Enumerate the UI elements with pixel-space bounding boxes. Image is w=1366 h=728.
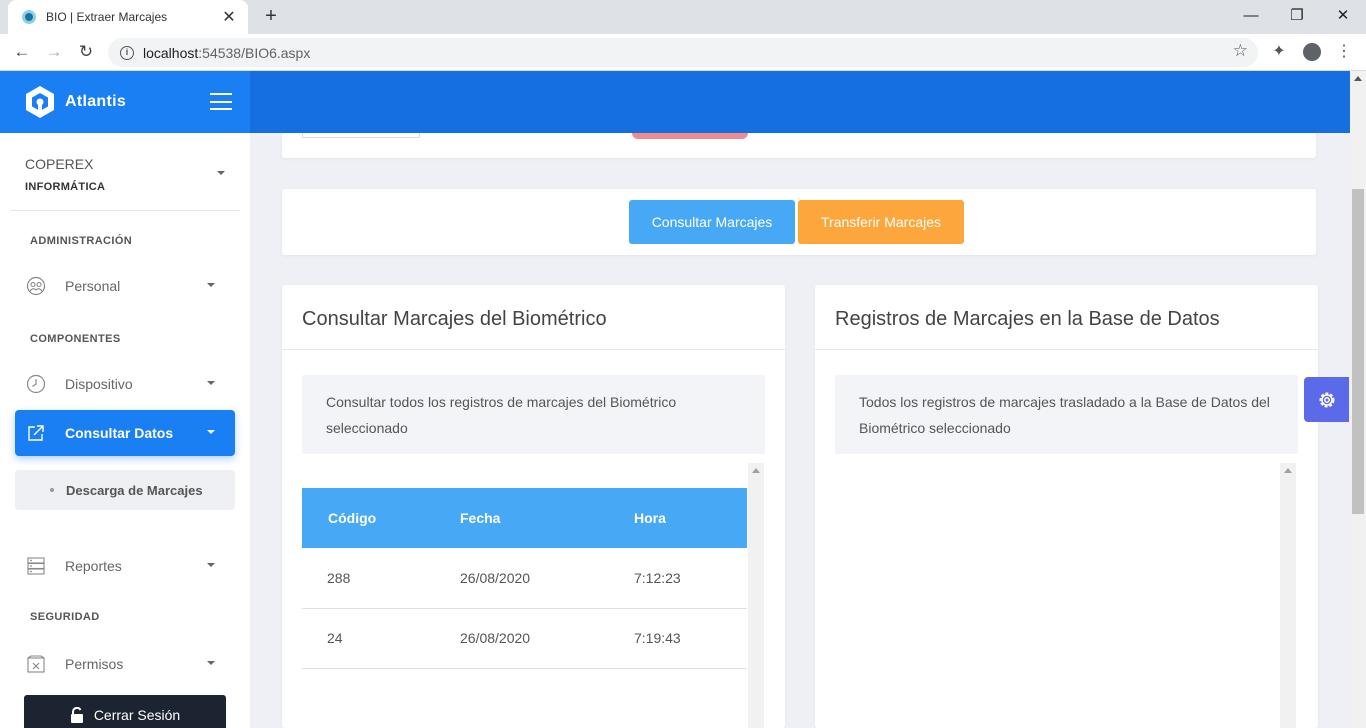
consult-marks-button[interactable]: Consultar Marcajes <box>629 200 795 244</box>
sidebar-item-consultar-datos[interactable]: Consultar Datos <box>15 410 235 456</box>
sidebar-item-reportes[interactable]: Reportes <box>15 543 235 589</box>
device-select[interactable] <box>302 133 420 138</box>
table-row[interactable]: 288 26/08/2020 7:12:23 <box>302 548 747 608</box>
hamburger-menu-icon[interactable] <box>210 93 232 110</box>
lock-icon <box>70 707 83 723</box>
chevron-down-icon <box>207 430 215 434</box>
browser-toolbar: ← → ↻ i localhost:54538/BIO6.aspx ☆ ✦ ⋮ <box>0 34 1366 71</box>
transfer-marks-button[interactable]: Transferir Marcajes <box>798 200 964 244</box>
table-row[interactable]: 24 26/08/2020 7:19:43 <box>302 608 747 668</box>
address-bar[interactable]: i localhost:54538/BIO6.aspx ☆ <box>108 38 1258 67</box>
cell-fecha: 26/08/2020 <box>460 569 531 586</box>
settings-panel-toggle[interactable] <box>1304 377 1349 422</box>
forward-icon[interactable]: → <box>42 40 66 64</box>
sidebar-item-label: Consultar Datos <box>65 425 174 441</box>
clock-icon <box>25 373 47 395</box>
extensions-icon[interactable]: ✦ <box>1268 40 1290 64</box>
back-icon[interactable]: ← <box>10 40 34 64</box>
sidebar-item-label: Personal <box>65 278 121 294</box>
scroll-up-arrow-icon[interactable] <box>1354 76 1362 81</box>
window-close-icon[interactable]: ✕ <box>1320 4 1366 28</box>
browser-tab-bar: BIO | Extraer Marcajes ✕ + — ❐ ✕ <box>0 0 1366 34</box>
panel-description: Consultar todos los registros de marcaje… <box>302 375 765 454</box>
filter-card <box>282 133 1316 158</box>
reload-icon[interactable]: ↻ <box>74 40 98 64</box>
page-scrollbar[interactable] <box>1350 71 1366 728</box>
bullet-icon <box>50 488 54 492</box>
section-label-administracion: ADMINISTRACIÓN <box>30 235 133 247</box>
brand-name: Atlantis <box>65 93 127 110</box>
bookmark-star-icon[interactable]: ☆ <box>1233 41 1248 61</box>
cell-codigo: 288 <box>327 569 351 586</box>
marks-table: Código Fecha Hora 288 26/08/2020 7:12:23… <box>302 488 747 669</box>
sidebar-subitem-descarga-marcajes[interactable]: Descarga de Marcajes <box>15 470 235 510</box>
chevron-down-icon <box>207 381 215 385</box>
app-header: Atlantis <box>0 71 1350 133</box>
scroll-up-arrow-icon[interactable] <box>752 468 760 473</box>
minimize-icon[interactable]: — <box>1228 4 1274 28</box>
user-name: COPEREX <box>25 156 94 172</box>
server-icon <box>25 555 47 577</box>
chevron-down-icon <box>207 661 215 665</box>
column-header-hora[interactable]: Hora <box>634 488 747 548</box>
panel-divider <box>815 349 1318 350</box>
sidebar: COPEREX INFORMÁTICA ADMINISTRACIÓN Perso… <box>0 133 250 728</box>
favicon-icon <box>22 10 36 24</box>
users-icon <box>25 275 47 297</box>
actions-card: Consultar Marcajes Transferir Marcajes <box>282 189 1316 255</box>
close-tab-icon[interactable]: ✕ <box>220 7 238 27</box>
column-header-fecha[interactable]: Fecha <box>460 488 634 548</box>
chevron-down-icon <box>207 283 215 287</box>
cell-hora: 7:19:43 <box>634 630 681 646</box>
user-block[interactable]: COPEREX INFORMÁTICA <box>11 133 240 211</box>
logout-label: Cerrar Sesión <box>93 707 181 723</box>
cell-codigo: 24 <box>327 630 343 646</box>
atlantis-logo-icon <box>26 86 54 118</box>
sidebar-item-dispositivo[interactable]: Dispositivo <box>15 361 235 407</box>
section-label-componentes: COMPONENTES <box>30 333 121 345</box>
panel-title: Registros de Marcajes en la Base de Dato… <box>835 308 1220 330</box>
panel-divider <box>282 349 785 350</box>
sidebar-item-personal[interactable]: Personal <box>15 263 235 309</box>
user-org: INFORMÁTICA <box>25 181 106 193</box>
chevron-down-icon[interactable] <box>217 171 225 175</box>
table-scrollbar[interactable] <box>748 463 764 728</box>
section-label-seguridad: SEGURIDAD <box>30 611 100 623</box>
site-info-icon[interactable]: i <box>120 45 134 60</box>
biometric-marks-panel: Consultar Marcajes del Biométrico Consul… <box>282 285 785 728</box>
page-scrollbar-thumb[interactable] <box>1352 189 1364 514</box>
column-header-codigo[interactable]: Código <box>302 488 460 548</box>
gear-icon <box>1319 392 1334 407</box>
sidebar-item-label: Dispositivo <box>65 376 133 392</box>
profile-avatar-icon[interactable] <box>1301 40 1323 64</box>
tab-title: BIO | Extraer Marcajes <box>46 10 168 24</box>
cell-fecha: 26/08/2020 <box>460 630 531 646</box>
table-scrollbar[interactable] <box>1280 463 1296 728</box>
panel-title: Consultar Marcajes del Biométrico <box>302 308 607 330</box>
share-icon <box>25 422 47 444</box>
cell-hora: 7:12:23 <box>634 569 681 586</box>
chevron-down-icon <box>207 563 215 567</box>
logout-button[interactable]: Cerrar Sesión <box>24 695 226 728</box>
sidebar-item-permisos[interactable]: Permisos <box>15 641 235 687</box>
table-header-row: Código Fecha Hora <box>302 488 747 548</box>
sidebar-item-label: Permisos <box>65 656 124 672</box>
panel-description: Todos los registros de marcajes traslada… <box>835 375 1298 454</box>
scroll-up-arrow-icon[interactable] <box>1284 468 1292 473</box>
permissions-icon <box>25 653 47 675</box>
sidebar-item-label: Reportes <box>65 558 122 574</box>
url-text: localhost:54538/BIO6.aspx <box>143 44 311 61</box>
restore-icon[interactable]: ❐ <box>1274 4 1320 28</box>
browser-tab[interactable]: BIO | Extraer Marcajes ✕ <box>8 0 248 34</box>
action-button[interactable] <box>632 133 748 139</box>
database-marks-panel: Registros de Marcajes en la Base de Dato… <box>815 285 1318 728</box>
submenu-label: Descarga de Marcajes <box>66 482 203 498</box>
browser-menu-icon[interactable]: ⋮ <box>1333 40 1355 64</box>
new-tab-icon[interactable]: + <box>260 4 282 28</box>
